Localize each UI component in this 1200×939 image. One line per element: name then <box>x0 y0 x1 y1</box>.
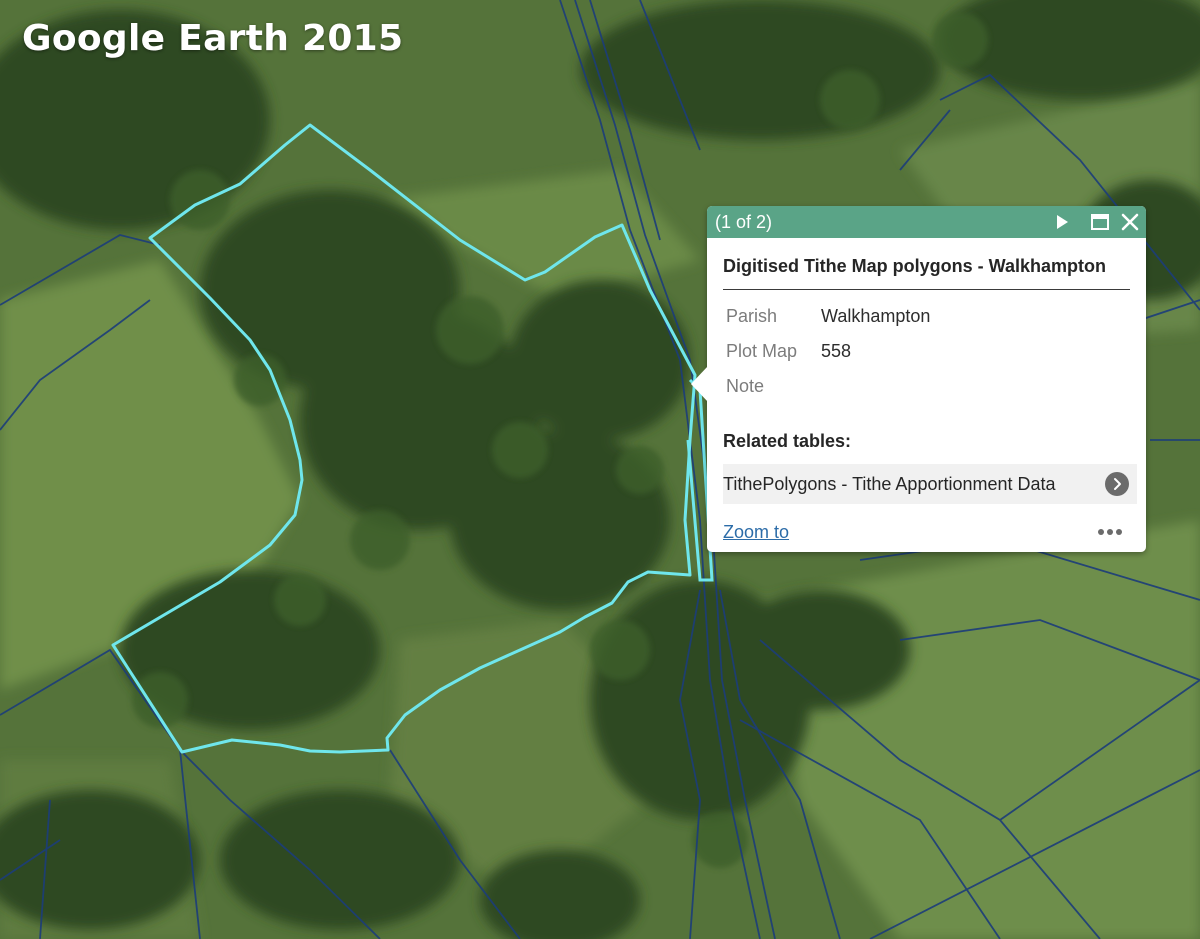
attribute-row: Parish Walkhampton <box>723 300 938 335</box>
feature-count: (1 of 2) <box>715 212 773 232</box>
attribute-value: Walkhampton <box>821 306 931 326</box>
maximize-button[interactable] <box>1090 212 1110 232</box>
layer-title: Digitised Tithe Map polygons - Walkhampt… <box>723 256 1130 290</box>
more-horizontal-icon[interactable] <box>1096 522 1126 542</box>
related-table-label: TithePolygons - Tithe Apportionment Data <box>723 473 1056 494</box>
attribute-row: Plot Map 558 <box>723 335 938 370</box>
popup-body: Digitised Tithe Map polygons - Walkhampt… <box>707 256 1146 504</box>
attribute-key: Parish <box>726 306 778 326</box>
close-button[interactable] <box>1120 212 1140 232</box>
attribute-row: Note <box>723 370 938 405</box>
play-icon <box>1057 215 1068 229</box>
attribute-value <box>818 370 938 405</box>
map-view[interactable]: Google Earth 2015 (1 of 2) Digitised Tit… <box>0 0 1200 939</box>
next-feature-button[interactable] <box>1052 212 1072 232</box>
related-table-item[interactable]: TithePolygons - Tithe Apportionment Data <box>723 464 1137 504</box>
related-tables-heading: Related tables: <box>723 431 852 451</box>
popup-pointer <box>691 366 708 402</box>
maximize-icon <box>1091 214 1109 230</box>
attribute-key: Note <box>726 376 765 396</box>
attribute-table: Parish Walkhampton Plot Map 558 Note <box>723 300 938 405</box>
attribute-key: Plot Map <box>726 341 798 361</box>
popup-header: (1 of 2) <box>707 206 1146 238</box>
imagery-date-label: Google Earth 2015 <box>22 18 404 59</box>
popup-footer: Zoom to <box>723 520 1130 544</box>
close-icon <box>1121 213 1139 231</box>
feature-popup: (1 of 2) Digitised Tithe Map polygons - … <box>691 206 1146 552</box>
attribute-value: 558 <box>821 341 852 361</box>
zoom-to-link[interactable]: Zoom to <box>723 522 789 543</box>
chevron-right-icon <box>1105 472 1129 496</box>
